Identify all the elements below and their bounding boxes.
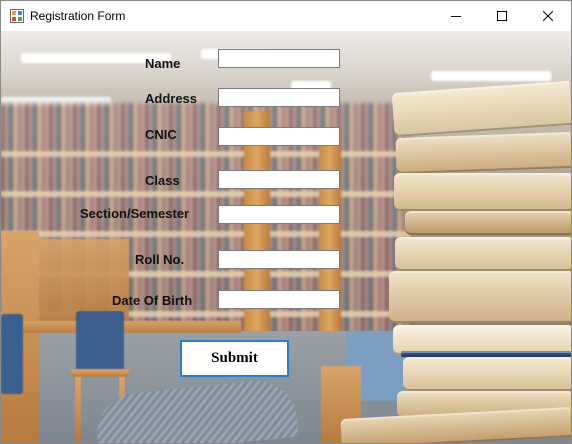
roll-no-field[interactable] [218, 250, 340, 269]
close-button[interactable] [525, 1, 571, 31]
minimize-button[interactable] [433, 1, 479, 31]
maximize-button[interactable] [479, 1, 525, 31]
address-field[interactable] [218, 88, 340, 107]
cnic-field[interactable] [218, 127, 340, 146]
roll-no-label: Roll No. [135, 252, 185, 267]
registration-window: Registration Form Name Address CNIC Clas… [0, 0, 572, 444]
cnic-label: CNIC [145, 127, 177, 142]
minimize-icon [451, 16, 461, 17]
address-label: Address [145, 91, 198, 106]
form-app-icon [10, 9, 24, 23]
form-client-area: Name Address CNIC Class Section/Semester… [1, 31, 571, 443]
section-semester-label: Section/Semester [80, 206, 190, 221]
name-label: Name [145, 56, 181, 71]
class-field[interactable] [218, 170, 340, 189]
name-field[interactable] [218, 49, 340, 68]
window-title: Registration Form [30, 9, 126, 23]
date-of-birth-field[interactable] [218, 290, 340, 309]
class-label: Class [145, 173, 180, 188]
submit-button[interactable]: Submit [180, 340, 289, 377]
section-semester-field[interactable] [218, 205, 340, 224]
title-bar[interactable]: Registration Form [1, 1, 571, 31]
date-of-birth-label: Date Of Birth [112, 293, 193, 308]
close-icon [543, 11, 553, 21]
maximize-icon [497, 11, 507, 21]
